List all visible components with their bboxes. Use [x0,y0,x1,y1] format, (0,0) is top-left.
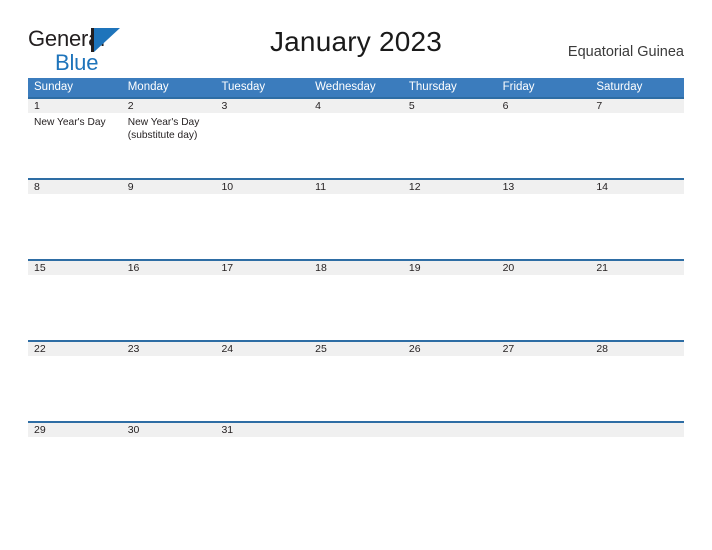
day-number[interactable]: 24 [215,342,309,356]
day-cell [309,437,403,502]
day-cell[interactable] [122,356,216,421]
day-cell[interactable] [215,113,309,178]
day-cell[interactable] [403,356,497,421]
event-band [28,356,684,421]
day-cell[interactable] [497,113,591,178]
weekday-header-monday: Monday [127,81,169,93]
day-number[interactable]: 28 [590,342,684,356]
day-cell[interactable] [403,113,497,178]
day-cell[interactable] [215,437,309,502]
day-number[interactable]: 13 [497,180,591,194]
day-cell[interactable] [122,437,216,502]
day-number[interactable]: 26 [403,342,497,356]
weekday-header-row: Sunday Monday Tuesday Wednesday Thursday… [28,78,684,97]
day-cell[interactable] [403,194,497,259]
weekday-header-thursday: Thursday [408,81,457,93]
day-number[interactable]: 25 [309,342,403,356]
day-number[interactable]: 3 [215,99,309,113]
day-number[interactable]: 30 [122,423,216,437]
event-band [28,194,684,259]
day-number[interactable]: 22 [28,342,122,356]
day-cell[interactable] [590,194,684,259]
date-number-band: 22 23 24 25 26 27 28 [28,340,684,356]
weekday-header-friday: Friday [502,81,535,93]
day-cell [590,437,684,502]
day-cell[interactable] [122,194,216,259]
day-number[interactable]: 21 [590,261,684,275]
date-number-band: 29 30 31 [28,421,684,437]
day-number[interactable]: 8 [28,180,122,194]
day-number[interactable]: 14 [590,180,684,194]
week-row: 8 9 10 11 12 13 14 [28,178,684,259]
weekday-header-wednesday: Wednesday [315,81,376,93]
calendar-page: General Blue January 2023 Equatorial Gui… [0,0,712,550]
day-cell[interactable] [590,356,684,421]
day-cell[interactable] [28,437,122,502]
day-cell[interactable] [215,194,309,259]
week-row: 29 30 31 [28,421,684,502]
day-number[interactable]: 12 [403,180,497,194]
weekday-header-saturday: Saturday [596,81,643,93]
day-cell[interactable] [122,275,216,340]
day-cell[interactable] [215,275,309,340]
day-cell[interactable] [215,356,309,421]
day-cell[interactable] [28,275,122,340]
day-cell[interactable] [403,275,497,340]
date-number-band: 8 9 10 11 12 13 14 [28,178,684,194]
day-number[interactable]: 11 [309,180,403,194]
day-cell[interactable] [497,194,591,259]
day-number[interactable]: 1 [28,99,122,113]
day-number [309,423,403,437]
day-number[interactable]: 16 [122,261,216,275]
day-number[interactable]: 2 [122,99,216,113]
day-number [403,423,497,437]
date-number-band: 1 2 3 4 5 6 7 [28,97,684,113]
day-number[interactable]: 15 [28,261,122,275]
day-number[interactable]: 18 [309,261,403,275]
day-cell[interactable] [28,356,122,421]
day-cell [403,437,497,502]
day-number[interactable]: 29 [28,423,122,437]
day-cell[interactable] [309,356,403,421]
event-band: New Year's Day New Year's Day (substitut… [28,113,684,178]
day-number[interactable]: 6 [497,99,591,113]
day-number[interactable]: 19 [403,261,497,275]
day-cell[interactable] [497,356,591,421]
weekday-header-sunday: Sunday [34,81,74,93]
event-label: New Year's Day (substitute day) [127,117,200,141]
calendar-table: Sunday Monday Tuesday Wednesday Thursday… [28,78,684,502]
day-number[interactable]: 9 [122,180,216,194]
week-row: 1 2 3 4 5 6 7 New Year's Day New Year's … [28,97,684,178]
day-number[interactable]: 4 [309,99,403,113]
weekday-header-tuesday: Tuesday [221,81,266,93]
day-cell[interactable]: New Year's Day [28,113,122,178]
day-number[interactable]: 17 [215,261,309,275]
day-number[interactable]: 7 [590,99,684,113]
page-header: General Blue January 2023 Equatorial Gui… [28,26,684,74]
day-number [590,423,684,437]
event-band [28,437,684,502]
week-row: 22 23 24 25 26 27 28 [28,340,684,421]
day-cell [497,437,591,502]
country-label: Equatorial Guinea [567,44,684,60]
day-number[interactable]: 20 [497,261,591,275]
day-number[interactable]: 23 [122,342,216,356]
day-number[interactable]: 10 [215,180,309,194]
day-cell[interactable] [497,275,591,340]
day-number[interactable]: 27 [497,342,591,356]
date-number-band: 15 16 17 18 19 20 21 [28,259,684,275]
day-number [497,423,591,437]
event-band [28,275,684,340]
week-row: 15 16 17 18 19 20 21 [28,259,684,340]
event-label: New Year's Day [34,117,106,128]
day-cell[interactable] [28,194,122,259]
day-number[interactable]: 5 [403,99,497,113]
day-cell[interactable] [309,113,403,178]
day-number[interactable]: 31 [215,423,309,437]
day-cell[interactable] [309,194,403,259]
day-cell[interactable]: New Year's Day (substitute day) [122,113,216,178]
day-cell[interactable] [309,275,403,340]
day-cell[interactable] [590,275,684,340]
day-cell[interactable] [590,113,684,178]
